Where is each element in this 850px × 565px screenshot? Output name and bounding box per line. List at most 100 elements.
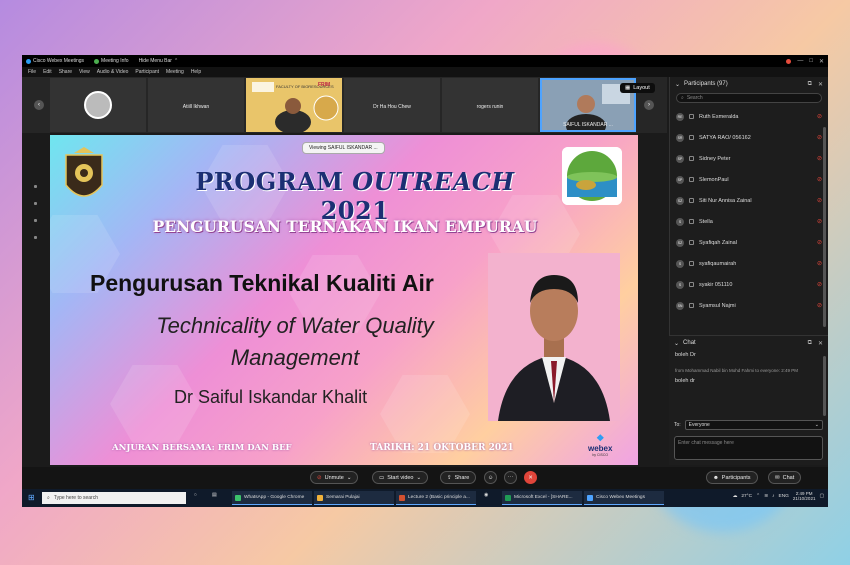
unmute-button[interactable]: ⊘ Unmute ⌄ — [310, 471, 359, 484]
tool-handle[interactable] — [34, 236, 37, 239]
muted-mic-icon[interactable]: ⊘ — [817, 155, 822, 162]
hide-menu-bar-button[interactable]: Hide Menu Bar ⌃ — [139, 58, 179, 64]
reactions-button[interactable]: ☺ — [484, 471, 497, 484]
device-icon — [689, 135, 694, 140]
menu-audio-video[interactable]: Audio & Video — [97, 69, 129, 75]
video-icon: ▭ — [379, 474, 385, 481]
taskbar-app[interactable]: Cisco Webex Meetings — [584, 491, 664, 505]
menu-share[interactable]: Share — [59, 69, 72, 75]
layout-button[interactable]: ▦ Layout — [620, 83, 655, 93]
start-video-button[interactable]: ▭ Start video ⌄ — [372, 471, 429, 484]
leave-meeting-button[interactable]: ✕ — [524, 471, 537, 484]
participant-row[interactable]: Ssyakir 051110 ⊘ — [670, 274, 828, 295]
chevron-up-icon[interactable]: ⌃ — [756, 494, 760, 499]
muted-mic-icon[interactable]: ⊘ — [817, 113, 822, 120]
muted-mic-icon[interactable]: ⊘ — [817, 218, 822, 225]
notification-icon[interactable]: ▢ — [819, 494, 824, 499]
popout-icon[interactable]: ⧉ — [808, 81, 812, 88]
webex-logo-icon — [26, 58, 31, 64]
share-button[interactable]: ⇪ Share — [440, 471, 477, 484]
taskbar-app[interactable]: Semarai Pulajai — [314, 491, 394, 505]
participants-scrollbar[interactable] — [823, 127, 826, 327]
tool-handle[interactable] — [34, 219, 37, 222]
minimize-button[interactable]: — — [797, 58, 803, 64]
maximize-button[interactable]: □ — [809, 58, 813, 64]
participant-video: FACULTY OF BIORESOURCES FRIM — [246, 78, 342, 132]
menu-file[interactable]: File — [28, 69, 36, 75]
participant-row[interactable]: RE Ruth Esmeralda ⊘ — [670, 106, 828, 127]
webex-logo: ❖ webex by CISCO — [588, 433, 613, 457]
weather-icon[interactable]: ☁ — [733, 494, 738, 499]
wifi-icon[interactable]: ≋ — [764, 494, 768, 499]
more-options-button[interactable]: ⋯ — [504, 471, 517, 484]
windows-start-icon[interactable]: ⊞ — [28, 493, 35, 502]
taskbar-app[interactable]: Lecture 2 (Basic principle a... — [396, 491, 476, 505]
frim-logo-text: FRIM — [318, 82, 330, 88]
strip-next-button[interactable]: › — [644, 100, 654, 110]
device-icon — [689, 177, 694, 182]
person-icon: ☻ — [713, 474, 719, 481]
meeting-info-button[interactable]: Meeting Info — [94, 58, 129, 64]
muted-mic-icon[interactable]: ⊘ — [817, 134, 822, 141]
avatar: SP — [676, 175, 684, 184]
menu-participant[interactable]: Participant — [135, 69, 159, 75]
avatar: RE — [676, 112, 684, 121]
chevron-down-icon[interactable]: ⌄ — [674, 340, 679, 347]
video-tile[interactable]: rogers runin — [442, 78, 538, 132]
muted-mic-icon[interactable]: ⊘ — [817, 281, 822, 288]
participant-row[interactable]: SZ Syafiqah Zainal ⊘ — [670, 232, 828, 253]
menu-meeting[interactable]: Meeting — [166, 69, 184, 75]
clock[interactable]: 2:49 PM 21/10/2021 — [793, 491, 816, 501]
popout-icon[interactable]: ⧉ — [808, 340, 812, 347]
close-button[interactable]: ✕ — [819, 58, 824, 65]
video-tile[interactable]: FACULTY OF BIORESOURCES FRIM — [246, 78, 342, 132]
participant-row[interactable]: SR SATYA RAO/ 056162 ⊘ — [670, 127, 828, 148]
taskbar-app[interactable]: WhatsApp - Google Chrome — [232, 491, 312, 505]
participant-row[interactable]: SP Sidney Peter ⊘ — [670, 148, 828, 169]
close-icon[interactable]: ✕ — [818, 340, 823, 347]
avatar: SZ — [676, 238, 684, 247]
menu-view[interactable]: View — [79, 69, 90, 75]
chat-scrollbar[interactable] — [823, 356, 826, 416]
muted-mic-icon[interactable]: ⊘ — [817, 239, 822, 246]
participants-search-input[interactable]: ⌕ Search — [676, 93, 822, 103]
taskbar-app[interactable]: Microsoft Excel - [SHARE... — [502, 491, 582, 505]
volume-icon[interactable]: ♪ — [772, 494, 774, 499]
presenter-photo — [488, 253, 620, 421]
video-tile[interactable]: Dr Ha Hou Chew — [344, 78, 440, 132]
chat-message-input[interactable]: Enter chat message here — [674, 436, 823, 460]
participant-row[interactable]: SP SlemonPaul ⊘ — [670, 169, 828, 190]
chevron-down-icon[interactable]: ⌄ — [675, 81, 680, 88]
tool-handle[interactable] — [34, 185, 37, 188]
chevron-down-icon: ⌄ — [814, 422, 819, 428]
share-icon: ⇪ — [447, 474, 452, 481]
participant-row[interactable]: SN Syamsul Najmi ⊘ — [670, 295, 828, 316]
muted-mic-icon[interactable]: ⊘ — [817, 176, 822, 183]
participant-row[interactable]: Ssyafiqaumairah ⊘ — [670, 253, 828, 274]
muted-mic-icon[interactable]: ⊘ — [817, 302, 822, 309]
participants-toggle-button[interactable]: ☻ Participants — [706, 471, 758, 484]
powerpoint-icon — [399, 494, 405, 501]
taskbar-search-input[interactable]: ⌕ Type here to search — [42, 492, 186, 504]
avatar: S — [676, 259, 684, 268]
participant-row[interactable]: SZ Siti Nur Annisa Zainal ⊘ — [670, 190, 828, 211]
video-tile[interactable]: Atiill Ikhwan — [148, 78, 244, 132]
app-icon[interactable]: ◉ — [484, 493, 488, 498]
muted-mic-icon[interactable]: ⊘ — [817, 260, 822, 267]
menu-edit[interactable]: Edit — [43, 69, 52, 75]
device-icon — [689, 198, 694, 203]
participant-row[interactable]: S Stella ⊘ — [670, 211, 828, 232]
menu-help[interactable]: Help — [191, 69, 201, 75]
tool-handle[interactable] — [34, 202, 37, 205]
strip-prev-button[interactable]: ‹ — [34, 100, 44, 110]
widgets-icon[interactable]: ▤ — [212, 493, 217, 498]
chat-recipient-select[interactable]: Everyone ⌄ — [684, 420, 823, 430]
participants-panel: ⌄ Participants (97) ⧉ ✕ ⌕ Search RE Ruth … — [669, 77, 828, 335]
muted-mic-icon[interactable]: ⊘ — [817, 197, 822, 204]
viewing-indicator[interactable]: Viewing SAIFUL ISKANDAR ... — [302, 142, 385, 154]
video-tile[interactable] — [50, 78, 146, 132]
task-view-icon[interactable]: ○ — [194, 493, 197, 498]
close-icon[interactable]: ✕ — [818, 81, 823, 88]
chat-toggle-button[interactable]: ✉ Chat — [768, 471, 802, 484]
chevron-right-icon: › — [648, 102, 650, 108]
